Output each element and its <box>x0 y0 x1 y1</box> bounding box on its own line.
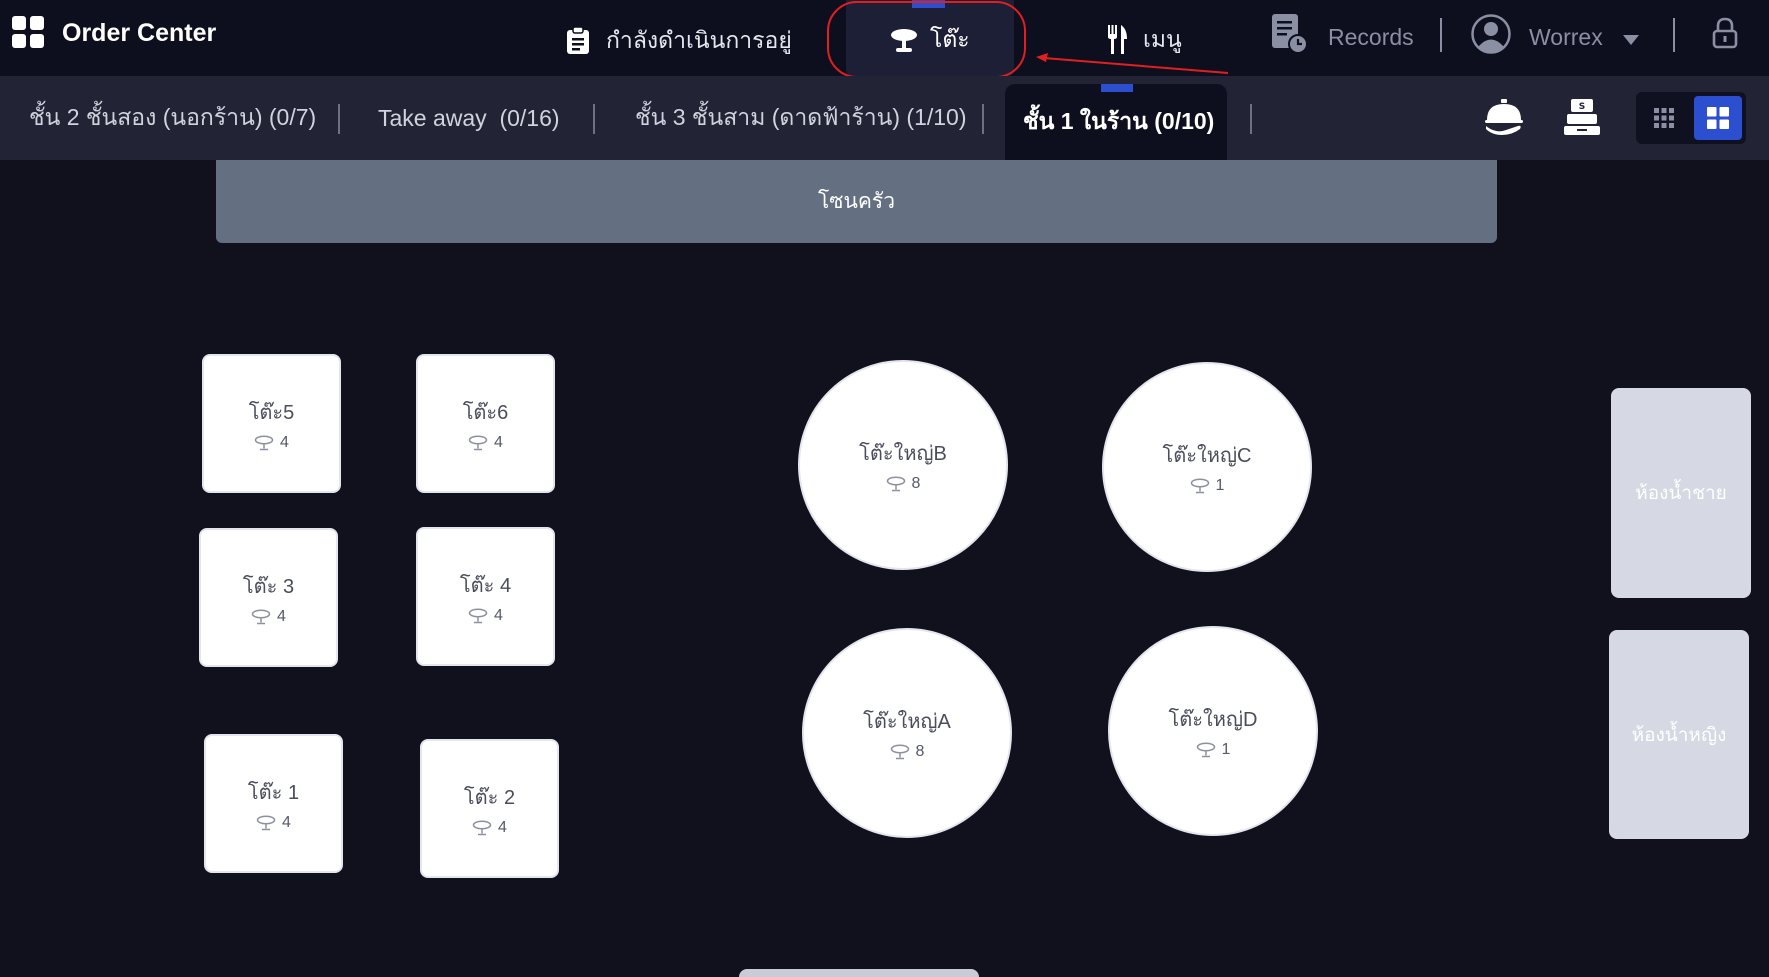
kitchen-zone-label: โซนครัว <box>817 190 895 213</box>
clipboard-icon <box>566 27 590 55</box>
divider <box>593 104 595 134</box>
table-1[interactable]: โต๊ะ 1 4 <box>204 734 343 873</box>
order-center-app: Order Center กำลังดำเนินการอยู่ โต๊ะ เมน… <box>0 0 1769 977</box>
kitchen-zone: โซนครัว <box>216 160 1497 243</box>
nav-in-progress-label: กำลังดำเนินการอยู่ <box>606 27 792 53</box>
seat-table-icon <box>890 744 909 760</box>
table-seats: 1 <box>1196 741 1231 759</box>
zone-tab-floor-1[interactable]: ชั้น 1 ในร้าน (0/10) <box>1023 80 1214 164</box>
table-name: โต๊ะ 3 <box>242 575 295 598</box>
table-seat-count: 8 <box>911 475 921 492</box>
table-5[interactable]: โต๊ะ5 4 <box>202 354 341 493</box>
cloche-icon[interactable] <box>1484 98 1524 141</box>
zone-tab-label: ชั้น 1 ในร้าน (0/10) <box>1023 108 1215 134</box>
grid-icon <box>12 16 44 50</box>
user-avatar-icon <box>1471 14 1511 60</box>
seat-table-icon <box>472 819 492 835</box>
zone-tab-label: ชั้น 3 ชั้นสาม (ดาดฟ้าร้าน) (1/10) <box>635 104 967 130</box>
table-seats: 4 <box>472 819 507 837</box>
bottom-sheet-handle[interactable] <box>739 969 979 977</box>
table-2[interactable]: โต๊ะ 2 4 <box>420 739 559 878</box>
table-seat-count: 4 <box>498 818 507 836</box>
table-seat-count: 1 <box>1221 741 1231 758</box>
big-table-d[interactable]: โต๊ะใหญ่D 1 <box>1108 626 1318 836</box>
table-name: โต๊ะใหญ่C <box>1162 445 1252 467</box>
table-seats: 4 <box>468 434 503 452</box>
divider <box>1440 18 1442 52</box>
room-label: ห้องน้ำหญิง <box>1631 724 1727 746</box>
caret-down-icon <box>1622 24 1639 51</box>
seat-table-icon <box>256 814 276 830</box>
brand: Order Center <box>12 16 216 50</box>
divider <box>1250 104 1252 134</box>
table-seat-count: 4 <box>280 433 289 451</box>
divider <box>982 104 984 134</box>
nav-records-label: Records <box>1328 23 1414 50</box>
mens-restroom: ห้องน้ำชาย <box>1611 388 1751 598</box>
grid-small-icon[interactable] <box>1640 96 1688 140</box>
table-seat-count: 4 <box>277 607 286 625</box>
table-name: โต๊ะ5 <box>248 401 295 424</box>
zone-tab-label: Take away (0/16) <box>378 104 560 131</box>
zone-tab-take-away[interactable]: Take away (0/16) <box>378 76 560 160</box>
table-seats: 8 <box>886 475 921 493</box>
top-bar: Order Center กำลังดำเนินการอยู่ โต๊ะ เมน… <box>0 0 1769 78</box>
table-seats: 8 <box>890 743 925 761</box>
view-toggle <box>1636 92 1746 144</box>
table-seats: 4 <box>254 434 289 452</box>
table-name: โต๊ะใหญ่A <box>863 711 951 733</box>
seat-table-icon <box>886 476 905 492</box>
table-seat-count: 4 <box>494 606 503 624</box>
user-menu[interactable]: Worrex <box>1471 14 1639 60</box>
zone-tab-label: ชั้น 2 ชั้นสอง (นอกร้าน) (0/7) <box>29 104 317 130</box>
table-seat-count: 4 <box>282 813 291 831</box>
table-name: โต๊ะ 4 <box>459 574 512 597</box>
seat-table-icon <box>468 434 488 450</box>
table-seat-count: 1 <box>1215 477 1225 494</box>
room-label: ห้องน้ำชาย <box>1635 483 1727 504</box>
table-name: โต๊ะ 1 <box>247 781 300 804</box>
cash-register-icon[interactable]: S <box>1563 98 1601 141</box>
divider <box>1673 18 1675 52</box>
table-6[interactable]: โต๊ะ6 4 <box>416 354 555 493</box>
zone-tab-floor-3[interactable]: ชั้น 3 ชั้นสาม (ดาดฟ้าร้าน) (1/10) <box>635 76 967 160</box>
nav-records[interactable]: Records <box>1272 14 1414 60</box>
table-seats: 1 <box>1190 477 1225 495</box>
table-name: โต๊ะใหญ่D <box>1168 709 1258 731</box>
table-4[interactable]: โต๊ะ 4 4 <box>416 527 555 666</box>
nav-in-progress[interactable]: กำลังดำเนินการอยู่ <box>566 23 792 59</box>
lock-icon[interactable] <box>1712 17 1738 54</box>
user-name: Worrex <box>1529 23 1603 50</box>
annotation-highlight <box>827 1 1026 78</box>
records-clock-icon <box>1272 14 1308 60</box>
grid-large-icon[interactable] <box>1694 96 1742 140</box>
big-table-a[interactable]: โต๊ะใหญ่A 8 <box>802 628 1012 838</box>
table-seat-count: 4 <box>494 433 503 451</box>
seat-table-icon <box>254 434 274 450</box>
table-name: โต๊ะใหญ่B <box>859 443 947 465</box>
zone-tab-floor-2[interactable]: ชั้น 2 ชั้นสอง (นอกร้าน) (0/7) <box>29 76 316 160</box>
table-3[interactable]: โต๊ะ 3 4 <box>199 528 338 667</box>
table-name: โต๊ะ 2 <box>463 786 516 809</box>
table-name: โต๊ะ6 <box>462 401 509 424</box>
table-seats: 4 <box>251 608 286 626</box>
big-table-c[interactable]: โต๊ะใหญ่C 1 <box>1102 362 1312 572</box>
seat-table-icon <box>468 607 488 623</box>
womens-restroom: ห้องน้ำหญิง <box>1609 630 1749 839</box>
seat-table-icon <box>1190 478 1209 494</box>
big-table-b[interactable]: โต๊ะใหญ่B 8 <box>798 360 1008 570</box>
seat-table-icon <box>251 608 271 624</box>
table-seats: 4 <box>256 814 291 832</box>
app-title: Order Center <box>62 18 217 47</box>
divider <box>338 104 340 134</box>
table-seats: 4 <box>468 607 503 625</box>
svg-text:S: S <box>1579 102 1585 112</box>
seat-table-icon <box>1196 742 1215 758</box>
table-seat-count: 8 <box>915 743 925 760</box>
